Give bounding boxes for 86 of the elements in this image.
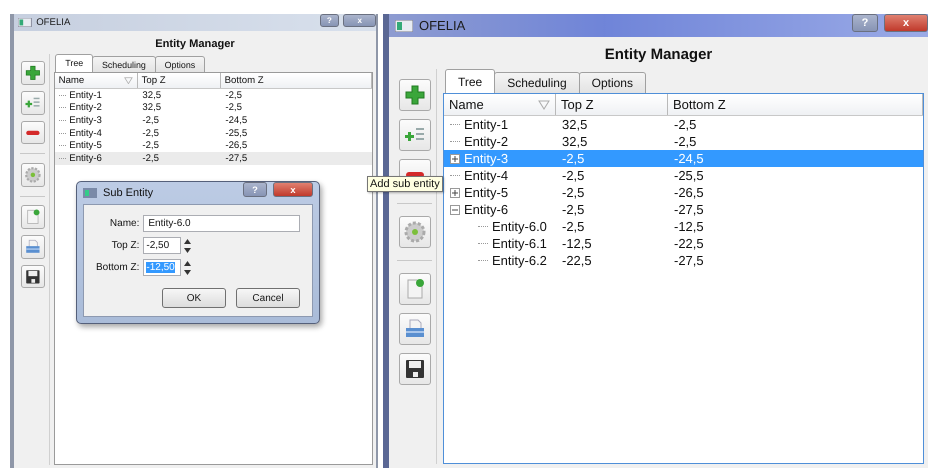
tree-row[interactable]: Entity-1 32,5 -2,5	[444, 116, 923, 133]
window-title: OFELIA	[419, 18, 466, 33]
spin-field[interactable]: -2,50	[143, 237, 182, 254]
tab[interactable]: Tree	[445, 69, 496, 93]
bottom-z-cell-text: -27,5	[673, 202, 705, 217]
tree-row[interactable]: Entity-6.2 -22,5 -27,5	[444, 252, 923, 269]
top-z-cell-text: -2,5	[141, 140, 160, 152]
entity-name: Entity-6	[464, 202, 508, 217]
column-header[interactable]: Name	[54, 72, 138, 88]
field-label: Top Z:	[110, 240, 140, 252]
window-title: OFELIA	[36, 17, 72, 28]
bottom-z-cell-text: -25,5	[673, 168, 705, 183]
top-z-cell-text: 32,5	[141, 90, 162, 101]
tree-row[interactable]: Entity-1 32,5 -2,5	[54, 89, 372, 102]
entity-name: Entity-1	[464, 117, 508, 132]
heading: Entity Manager	[154, 36, 236, 52]
tab[interactable]: Tree	[55, 54, 94, 72]
bottom-z-cell-text: -25,5	[224, 128, 248, 139]
close-button[interactable]: x	[273, 182, 313, 198]
top-z-cell-text: -22,5	[561, 253, 593, 268]
bottom-z-cell-text: -2,5	[224, 90, 243, 101]
tree-row[interactable]: Entity-2 32,5 -2,5	[54, 102, 372, 114]
cancel-button[interactable]: Cancel	[236, 288, 300, 308]
tab[interactable]: Scheduling	[494, 72, 580, 93]
column-header[interactable]: Top Z	[556, 94, 668, 115]
bottom-z-cell-text: -27,5	[224, 152, 248, 164]
heading: Entity Manager	[604, 45, 714, 65]
entity-name: Entity-5	[464, 185, 508, 200]
entity-name: Entity-6.1	[492, 236, 547, 251]
bottom-z-cell-text: -22,5	[673, 236, 705, 251]
entity-name: Entity-6.0	[492, 219, 547, 234]
bottom-z-cell-text: -24,5	[673, 151, 705, 166]
column-header[interactable]: Bottom Z	[668, 94, 923, 115]
name-field[interactable]: Entity-6.0	[143, 215, 300, 232]
top-z-cell-text: -2,5	[141, 152, 160, 164]
tree-row[interactable]: Entity-5 -2,5 -26,5	[54, 139, 372, 152]
tab[interactable]: Scheduling	[92, 56, 156, 72]
top-z-cell-text: -2,5	[561, 219, 586, 234]
column-header[interactable]: Top Z	[138, 72, 221, 88]
entity-name: Entity-6.2	[492, 253, 547, 268]
bottom-z-cell-text: -2,5	[673, 134, 698, 149]
tab[interactable]: Options	[154, 56, 206, 72]
tree-row[interactable]: Entity-6 -2,5 -27,5	[54, 152, 372, 165]
bottom-z-cell-text: -12,5	[673, 219, 705, 234]
top-z-cell-text: -12,5	[561, 236, 593, 251]
tooltip: Add sub entity	[367, 176, 443, 192]
top-z-cell-text: -2,5	[561, 151, 586, 166]
tree-row[interactable]: Entity-6.0 -2,5 -12,5	[444, 218, 923, 235]
field-label: Name:	[108, 218, 140, 230]
bottom-z-cell-text: -26,5	[224, 140, 248, 152]
entity-name: Entity-2	[69, 102, 102, 114]
tree-row[interactable]: Entity-6 -2,5 -27,5	[444, 201, 923, 218]
tab[interactable]: Options	[578, 72, 646, 93]
column-header[interactable]: Name	[444, 94, 556, 115]
top-z-cell-text: -2,5	[141, 128, 160, 139]
top-z-cell-text: 32,5	[561, 134, 588, 149]
entity-name: Entity-3	[69, 115, 102, 126]
bottom-z-cell-text: -27,5	[673, 253, 705, 268]
tree-row[interactable]: Entity-4 -2,5 -25,5	[444, 167, 923, 184]
entity-name: Entity-2	[464, 134, 508, 149]
close-button[interactable]: x	[884, 14, 928, 32]
top-z-cell-text: -2,5	[561, 168, 586, 183]
tree-row[interactable]: Entity-2 32,5 -2,5	[444, 133, 923, 150]
bottom-z-cell-text: -26,5	[673, 185, 705, 200]
tree-row[interactable]: Entity-4 -2,5 -25,5	[54, 126, 372, 140]
tree-row[interactable]: Entity-3 -2,5 -24,5	[54, 114, 372, 127]
entity-name: Entity-1	[69, 90, 102, 101]
column-header[interactable]: Bottom Z	[220, 72, 372, 88]
entity-name: Entity-3	[464, 151, 508, 166]
ok-button[interactable]: OK	[162, 288, 226, 308]
top-z-cell-text: -2,5	[141, 115, 160, 126]
top-z-cell-text: -2,5	[561, 185, 586, 200]
bottom-z-cell-text: -2,5	[224, 102, 243, 114]
entity-name: Entity-6	[69, 152, 102, 164]
entity-name: Entity-4	[69, 128, 102, 139]
entity-name: Entity-5	[69, 140, 102, 152]
dialog-title: Sub Entity	[103, 187, 154, 200]
entity-name: Entity-4	[464, 168, 508, 183]
top-z-cell-text: -2,5	[561, 202, 586, 217]
top-z-cell-text: 32,5	[141, 102, 162, 114]
bottom-z-cell-text: -24,5	[224, 115, 248, 126]
tree-row[interactable]: Entity-6.1 -12,5 -22,5	[444, 235, 923, 252]
field-label: Bottom Z:	[96, 262, 140, 274]
top-z-cell-text: 32,5	[561, 117, 588, 132]
bottom-z-cell-text: -2,5	[673, 117, 698, 132]
tree-row[interactable]: Entity-5 -2,5 -26,5	[444, 184, 923, 201]
